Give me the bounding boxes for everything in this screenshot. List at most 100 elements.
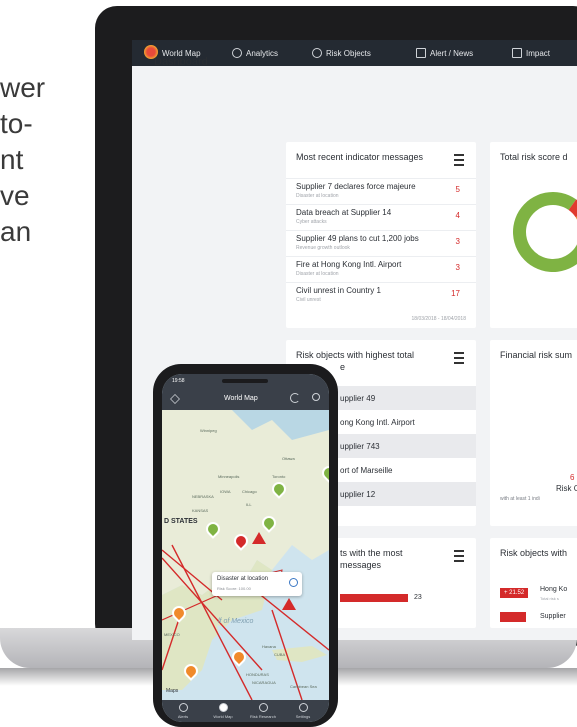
- list-item[interactable]: Supplier 7 declares force majeure Disast…: [286, 178, 476, 203]
- tab-settings[interactable]: Settings: [288, 703, 318, 719]
- map-place-label: Caribbean Sea: [290, 684, 317, 689]
- impact-icon: [512, 48, 522, 58]
- phone-title: World Map: [224, 395, 258, 402]
- map-place-label: KANSAS: [192, 508, 209, 513]
- financial-risk-card: Financial risk sum 6 Risk C with at leas…: [490, 340, 577, 526]
- risk-object-sub: Total risk s: [540, 596, 559, 601]
- tab-label: Risk Research: [249, 714, 276, 719]
- tab-label: Alerts: [177, 714, 189, 719]
- phone-time: 19:58: [172, 378, 185, 384]
- nav-item-impact[interactable]: Impact: [512, 48, 550, 58]
- tab-label: World Map: [213, 714, 233, 719]
- financial-value: 6: [570, 473, 575, 482]
- message-category: Cyber attacks: [296, 219, 327, 225]
- card-title-continued: e: [340, 362, 346, 372]
- map-place-label: Ottawa: [282, 456, 295, 461]
- list-item[interactable]: Supplier 49 plans to cut 1,200 jobs Reve…: [286, 230, 476, 255]
- card-title: Risk objects with: [500, 548, 568, 558]
- card-title: Financial risk sum: [500, 350, 573, 360]
- donut-segment: [513, 192, 577, 272]
- bell-icon: [416, 48, 426, 58]
- card-title: Most recent indicator messages: [296, 152, 424, 162]
- nav-item-analytics[interactable]: Analytics: [232, 48, 278, 58]
- info-icon[interactable]: [289, 578, 298, 587]
- menu-icon[interactable]: [454, 352, 464, 364]
- total-risk-score-card: Total risk score d: [490, 142, 577, 328]
- tab-risk-research[interactable]: Risk Research: [248, 703, 278, 719]
- message-title: Civil unrest in Country 1: [296, 286, 381, 295]
- risk-object-name: ong Kong Intl. Airport: [340, 418, 415, 427]
- card-title: ts with the most: [340, 548, 403, 558]
- analytics-icon: [232, 48, 242, 58]
- popup-subtitle: Risk Score: 100.00: [217, 586, 251, 591]
- card-title: Risk objects with highest total: [296, 350, 415, 360]
- marketing-text-line: wer: [0, 72, 46, 103]
- nav-item-alert-news[interactable]: Alert / News: [416, 48, 473, 58]
- phone-nav-bar: World Map: [162, 388, 329, 410]
- financial-label: Risk C: [556, 484, 577, 493]
- menu-icon[interactable]: [454, 550, 464, 562]
- message-category: Revenue growth outlook: [296, 245, 350, 251]
- map-place-label: IOWA: [220, 489, 231, 494]
- status-badge: + 21.52: [500, 588, 529, 598]
- popup-title: Disaster at location: [217, 576, 269, 582]
- message-title: Supplier 49 plans to cut 1,200 jobs: [296, 234, 419, 243]
- map-place-label: Havana: [262, 644, 276, 649]
- nav-item-label: Alert / News: [430, 48, 474, 58]
- nav-item-risk-objects[interactable]: Risk Objects: [312, 48, 371, 58]
- risk-object-name: upplier 49: [340, 394, 376, 403]
- list-item[interactable]: Data breach at Supplier 14 Cyber attacks…: [286, 204, 476, 229]
- map-popup[interactable]: Disaster at location Risk Score: 100.00: [212, 572, 302, 596]
- risk-objects-change-card: Risk objects with + 21.52 Hong Ko Total …: [490, 538, 577, 628]
- search-icon[interactable]: [312, 393, 320, 401]
- phone-notch: [222, 379, 268, 383]
- gear-icon: [298, 703, 308, 712]
- message-bar-value: 23: [414, 594, 422, 601]
- tab-alerts[interactable]: Alerts: [168, 703, 198, 719]
- financial-note: with at least 1 indi: [500, 496, 540, 502]
- layers-icon[interactable]: [170, 394, 180, 404]
- card-title-continued: messages: [340, 560, 382, 570]
- map-place-label: Toronto: [272, 474, 286, 479]
- map-place-label: ILL: [246, 502, 252, 507]
- page-title: Dashboard: [154, 56, 208, 68]
- list-item[interactable]: Fire at Hong Kong Intl. Airport Disaster…: [286, 256, 476, 281]
- list-item[interactable]: Civil unrest in Country 1 Civil unrest 1…: [286, 282, 476, 307]
- warning-icon[interactable]: [282, 598, 296, 610]
- map-place-label: Winnipeg: [200, 428, 217, 433]
- risk-donut-chart: [513, 192, 577, 272]
- risk-object-name: Hong Ko: [540, 586, 568, 593]
- map-place-label: MEXICO: [164, 632, 180, 637]
- map-place-label: NICARAGUA: [252, 680, 276, 685]
- tab-world-map[interactable]: World Map: [208, 703, 238, 719]
- map-place-label: CUBA: [274, 652, 286, 657]
- map-place-label: HONDURAS: [246, 672, 269, 677]
- map-place-label: Chicago: [242, 489, 257, 494]
- status-badge-partial: [500, 612, 526, 622]
- refresh-icon[interactable]: [290, 393, 300, 403]
- map-place-label: NEBRASKA: [192, 494, 214, 499]
- eye-icon: [312, 48, 322, 58]
- magnifier-icon: [258, 703, 268, 712]
- warning-icon[interactable]: [252, 532, 266, 544]
- risk-object-name: Supplier: [540, 613, 566, 620]
- indicator-messages-card: Most recent indicator messages Supplier …: [286, 142, 476, 328]
- card-title: Total risk score d: [500, 152, 568, 162]
- marketing-text-line: nt: [0, 144, 24, 175]
- risk-object-name: ort of Marseille: [340, 466, 393, 475]
- date-range: 18/03/2018 - 18/04/2018: [411, 316, 467, 322]
- message-title: Data breach at Supplier 14: [296, 208, 392, 217]
- marketing-text: wer to- nt ve an: [0, 70, 45, 250]
- menu-icon[interactable]: [454, 154, 464, 166]
- nav-item-label: Risk Objects: [326, 48, 371, 58]
- message-count: 17: [451, 289, 460, 298]
- map-sea-label: lf of Mexico: [218, 618, 254, 625]
- risk-object-name: upplier 12: [340, 490, 376, 499]
- message-bar: [340, 594, 408, 602]
- bell-icon: [178, 703, 188, 712]
- phone-tab-bar: Alerts World Map Risk Research Settings: [162, 700, 329, 722]
- marketing-text-line: an: [0, 216, 32, 247]
- message-category: Disaster at location: [296, 271, 339, 277]
- message-count: 5: [455, 185, 460, 194]
- tab-label: Settings: [295, 714, 311, 719]
